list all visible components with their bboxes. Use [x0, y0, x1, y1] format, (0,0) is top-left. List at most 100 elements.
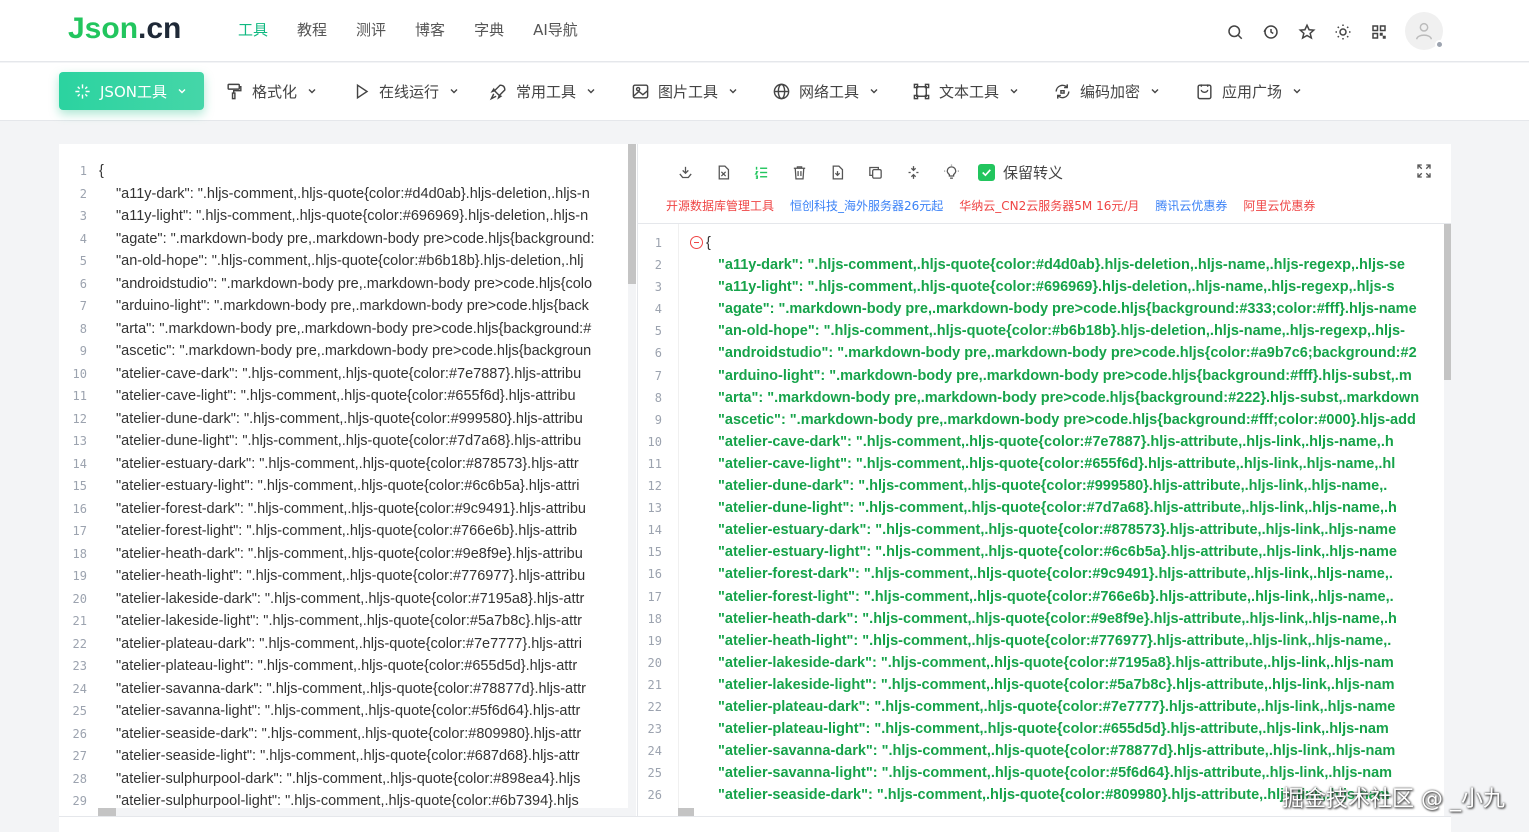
history-icon[interactable] — [1253, 14, 1289, 50]
line-number: 29 — [72, 794, 87, 808]
json-value: ".markdown-body pre,.markdown-body pre>c… — [767, 389, 1420, 406]
ad-link-3[interactable]: 腾讯云优惠券 — [1155, 197, 1227, 214]
nav-item-3[interactable]: 博客 — [415, 20, 445, 40]
toolbar-item-5[interactable]: 网络工具 — [772, 72, 879, 110]
line-text: "arduino-light": ".markdown-body pre,.ma… — [116, 298, 589, 314]
copy-icon[interactable] — [856, 160, 894, 184]
ad-links: 开源数据库管理工具 恒创科技_海外服务器26元起 华纳云_CN2云服务器5M 16元… — [666, 197, 1331, 214]
line-number: 11 — [647, 456, 662, 471]
json-colon: : — [872, 765, 882, 782]
chevron-down-icon — [1010, 89, 1018, 94]
file-download-icon[interactable] — [818, 160, 856, 184]
line-text: "atelier-forest-light": ".hljs-comment,.… — [116, 523, 578, 539]
toolbar-item-3[interactable]: 常用工具 — [489, 72, 596, 110]
json-entry: "atelier-cave-dark": ".hljs-comment,.hlj… — [718, 431, 1394, 453]
right-horizontal-scrollbar[interactable] — [678, 808, 694, 816]
json-value: ".hljs-comment,.hljs-quote{color:#7d7a68… — [858, 500, 1397, 517]
chevron-down-icon — [729, 89, 737, 94]
ad-link-1[interactable]: 恒创科技_海外服务器26元起 — [790, 197, 943, 214]
json-value: ".hljs-comment,.hljs-quote{color:#9e8f9e… — [862, 610, 1397, 627]
json-key: "a11y-light" — [718, 279, 799, 296]
toolbar-item-7[interactable]: 编码加密 — [1053, 72, 1160, 110]
json-value: ".hljs-comment,.hljs-quote{color:#5a7b8c… — [880, 676, 1395, 693]
json-value: ".hljs-comment,.hljs-quote{color:#878573… — [875, 522, 1397, 539]
download-tray-icon[interactable] — [666, 160, 704, 184]
logo-cn-text: .cn — [138, 12, 182, 45]
line-number: 18 — [72, 546, 87, 561]
json-value: ".hljs-comment,.hljs-quote{color:#78877d… — [881, 743, 1396, 760]
line-number: 14 — [72, 456, 87, 471]
image-icon — [632, 83, 649, 99]
top-bar: Json.cn 工具 教程 测评 博客 字典 AI导航 — [0, 0, 1529, 62]
nav-item-0[interactable]: 工具 — [238, 20, 268, 40]
toolbar-item-0[interactable]: JSON工具 — [59, 72, 204, 110]
search-icon[interactable] — [1217, 14, 1253, 50]
status-dot — [1435, 40, 1444, 49]
trash-icon[interactable] — [780, 160, 818, 184]
json-value: ".hljs-comment,.hljs-quote{color:#7e7887… — [855, 433, 1394, 450]
left-horizontal-scrollbar[interactable] — [98, 808, 628, 816]
line-text: "atelier-lakeside-dark": ".hljs-comment,… — [116, 590, 585, 607]
line-text: "atelier-dune-dark": ".hljs-comment,.hlj… — [116, 410, 583, 427]
ordered-list-icon[interactable] — [742, 160, 780, 184]
json-colon: : — [847, 433, 856, 450]
nav-item-2[interactable]: 测评 — [356, 20, 386, 40]
line-number: 11 — [72, 389, 87, 403]
json-key: "atelier-dune-light" — [718, 500, 850, 517]
check-icon[interactable] — [978, 163, 995, 181]
keep-escape-toggle[interactable]: 保留转义 — [978, 162, 1063, 183]
json-entry: "agate": ".markdown-body pre,.markdown-b… — [718, 298, 1417, 320]
line-text: "atelier-seaside-dark": ".hljs-comment,.… — [116, 725, 582, 742]
line-number: 5 — [654, 324, 662, 339]
fullscreen-icon[interactable] — [1415, 162, 1433, 180]
scroll-thumb[interactable] — [628, 144, 636, 284]
json-colon: : — [855, 566, 864, 583]
line-text: "atelier-cave-light": ".hljs-comment,.hl… — [116, 388, 576, 404]
json-key: "atelier-estuary-dark" — [718, 522, 867, 539]
sun-icon[interactable] — [1325, 14, 1361, 50]
toolbar-item-8[interactable]: 应用广场 — [1195, 72, 1302, 110]
nav-item-5[interactable]: AI导航 — [533, 20, 578, 40]
nav-item-4[interactable]: 字典 — [474, 20, 504, 40]
star-icon[interactable] — [1289, 14, 1325, 50]
toolbar-item-4[interactable]: 图片工具 — [631, 72, 738, 110]
output-toolbar: 保留转义 — [666, 160, 1063, 184]
avatar[interactable] — [1405, 12, 1444, 50]
json-output-viewer: 保留转义 开源数据库管理工具 恒创科技_海外服务器26元起 华纳云_CN2云服务器5… — [637, 144, 1451, 816]
chevron-down-icon — [587, 89, 595, 94]
toolbar-item-1[interactable]: 格式化 — [225, 72, 317, 110]
json-colon: : — [758, 389, 768, 406]
ad-link-4[interactable]: 阿里云优惠券 — [1243, 197, 1315, 214]
line-number: 12 — [72, 411, 87, 426]
ad-link-2[interactable]: 华纳云_CN2云服务器5M 16元/月 — [959, 197, 1139, 214]
collapse-icon[interactable] — [690, 236, 703, 249]
json-value: ".markdown-body pre,.markdown-body pre>c… — [778, 301, 1417, 318]
play-icon — [356, 83, 369, 99]
json-entry: "ascetic": ".markdown-body pre,.markdown… — [718, 409, 1416, 431]
right-vertical-scrollbar[interactable] — [1444, 224, 1451, 816]
json-colon: : — [871, 676, 881, 693]
excel-icon[interactable] — [704, 160, 742, 184]
toolbar-item-2[interactable]: 在线运行 — [352, 72, 459, 110]
json-value: ".hljs-comment,.hljs-quote{color:#7e7777… — [874, 698, 1396, 715]
json-entry: "atelier-forest-dark": ".hljs-comment,.h… — [718, 563, 1393, 585]
compress-icon[interactable] — [894, 160, 932, 184]
bulb-icon[interactable] — [932, 160, 970, 184]
json-colon: : — [828, 345, 838, 362]
line-text: "atelier-forest-dark": ".hljs-comment,.h… — [116, 500, 586, 517]
ad-link-0[interactable]: 开源数据库管理工具 — [666, 197, 774, 214]
tool-category-bar: JSON工具 格式化 在线运行 常用工具 图片工具 网络工具 文本工具 编码加密 应用广场 — [0, 63, 1529, 121]
json-key: "ascetic" — [718, 411, 781, 428]
line-text: "arta": ".markdown-body pre,.markdown-bo… — [116, 320, 592, 337]
left-vertical-scrollbar[interactable] — [628, 144, 636, 816]
json-colon: : — [814, 323, 824, 340]
site-logo[interactable]: Json.cn — [68, 12, 181, 46]
qrcode-icon[interactable] — [1361, 14, 1397, 50]
nav-item-1[interactable]: 教程 — [297, 20, 327, 40]
json-input-editor[interactable]: 1 {2 "a11y-dark": ".hljs-comment,.hljs-quo… — [59, 144, 637, 816]
scroll-thumb[interactable] — [98, 808, 116, 816]
keep-escape-label: 保留转义 — [1003, 163, 1064, 182]
json-key: "atelier-plateau-dark" — [718, 698, 866, 715]
toolbar-item-6[interactable]: 文本工具 — [912, 72, 1019, 110]
scroll-thumb[interactable] — [1444, 224, 1451, 380]
